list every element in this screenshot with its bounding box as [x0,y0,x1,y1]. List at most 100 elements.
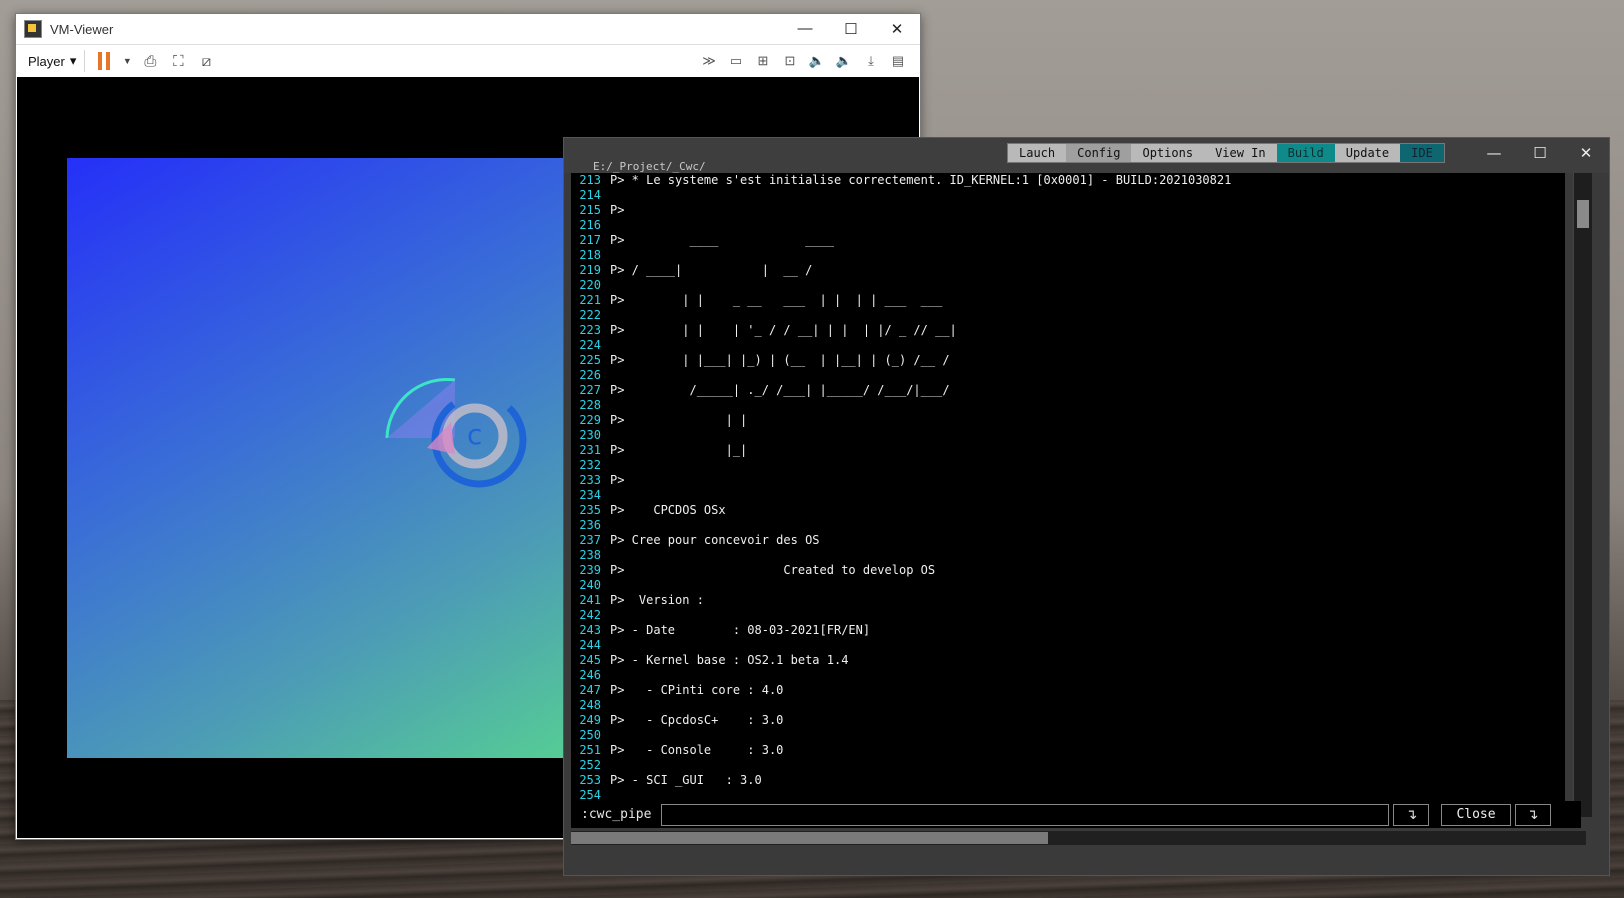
console-line: 219 P> / ____| | __ / [571,263,1565,278]
line-number: 242 [579,608,601,622]
console-line: 235 P> CPCDOS OSx [571,503,1565,518]
console-line: 217 P> ____ ____ [571,233,1565,248]
console-lines: 213 P> * Le systeme s'est initialise corr… [571,173,1565,817]
close-arrow-button[interactable]: ↴ [1514,803,1551,826]
line-number: 214 [579,188,601,202]
console-output[interactable]: 213 P> * Le systeme s'est initialise corr… [571,173,1565,817]
line-number: 241 [579,593,601,607]
svg-text:c: c [467,418,482,451]
line-text: P> [610,473,625,487]
line-number: 213 [579,173,601,187]
menu-update[interactable]: Update [1334,144,1401,162]
ide-title-bar[interactable]: Lauch Config Options View In Build Updat… [564,138,1609,173]
console-line: 216 [571,218,1565,233]
line-text: P> |_| [610,443,748,457]
line-text: P> - Kernel base : OS2.1 beta 1.4 [610,653,849,667]
line-text: P> /_____| ._/ /___| |_____/ /___/|___/ [610,383,950,397]
fullscreen-icon[interactable]: ⛶ [167,50,189,72]
menu-build[interactable]: Build [1276,144,1335,162]
line-number: 221 [579,293,601,307]
player-menu-button[interactable]: Player ▾ [28,53,76,69]
console-line: 228 [571,398,1565,413]
run-command-button[interactable]: ↴ [1393,803,1430,826]
line-text: P> ____ ____ [610,233,834,247]
horizontal-scrollbar[interactable] [571,831,1586,845]
line-text: P> Created to develop OS [610,563,936,577]
maximize-button[interactable]: ☐ [828,20,874,38]
line-number: 245 [579,653,601,667]
command-label: :cwc_pipe [581,807,652,822]
printer-icon[interactable]: ▤ [887,50,909,72]
line-number: 237 [579,533,601,547]
ide-close-button[interactable]: ✕ [1563,138,1609,168]
close-console-button[interactable]: Close [1441,803,1511,826]
line-text: P> | | | '_ / / __| | | | |/ _ // __| [610,323,957,337]
expand-toolbar-icon[interactable]: ≫ [698,50,720,72]
line-text: P> | |___| |_) | (__ | |__| | (_) /__ / [610,353,950,367]
line-text: P> * Le systeme s'est initialise correct… [610,173,1232,187]
line-number: 228 [579,398,601,412]
command-bar: :cwc_pipe ↴ Close ↴ [571,801,1581,828]
vertical-scroll-thumb[interactable] [1577,200,1589,228]
line-text: P> | | [610,413,748,427]
menu-ide[interactable]: IDE [1400,144,1444,162]
line-number: 238 [579,548,601,562]
horizontal-scroll-thumb[interactable] [571,832,1048,844]
menu-view-in[interactable]: View In [1204,144,1277,162]
download-icon[interactable]: ⤓ [860,50,882,72]
usb-controller-icon[interactable]: ⊡ [779,50,801,72]
guest-display: c [67,158,587,758]
line-number: 234 [579,488,601,502]
line-number: 251 [579,743,601,757]
command-input[interactable] [661,803,1390,826]
console-line: 251 P> - Console : 3.0 [571,743,1565,758]
line-number: 231 [579,443,601,457]
power-menu-dropdown[interactable]: ▼ [121,50,133,72]
chevron-down-icon: ▾ [69,53,77,68]
menu-lauch[interactable]: Lauch [1008,144,1067,162]
close-button[interactable]: ✕ [874,20,920,38]
vertical-scrollbar[interactable] [1573,173,1592,817]
console-line: 252 [571,758,1565,773]
line-number: 225 [579,353,601,367]
line-text: P> - CPinti core : 4.0 [610,683,784,697]
line-number: 243 [579,623,601,637]
ide-maximize-button[interactable]: ☐ [1517,138,1563,168]
console-line: 250 [571,728,1565,743]
console-line: 221 P> | | _ __ ___ | | | | ___ ___ [571,293,1565,308]
send-ctrl-alt-del-icon[interactable]: ⎙ [139,50,161,72]
vm-window-title: VM-Viewer [50,21,114,37]
sound-card-icon[interactable]: 🔈 [806,50,828,72]
unity-mode-icon[interactable]: ⧄ [195,50,217,72]
ide-minimize-button[interactable]: — [1471,138,1517,168]
network-adapter-icon[interactable]: ⊞ [752,50,774,72]
line-number: 223 [579,323,601,337]
toolbar-divider [84,50,86,72]
console-line: 230 [571,428,1565,443]
line-number: 227 [579,383,601,397]
line-number: 217 [579,233,601,247]
console-line: 214 [571,188,1565,203]
speaker-icon[interactable]: 🔈 [833,50,855,72]
menu-options[interactable]: Options [1131,144,1205,162]
console-line: 245 P> - Kernel base : OS2.1 beta 1.4 [571,653,1565,668]
line-number: 248 [579,698,601,712]
minimize-button[interactable]: — [782,20,828,38]
line-number: 246 [579,668,601,682]
vm-toolbar: Player ▾ ▼ ⎙ ⛶ ⧄ ≫ ▭ ⊞ ⊡ 🔈 🔈 ⤓ ▤ [16,44,920,77]
line-number: 215 [579,203,601,217]
line-number: 239 [579,563,601,577]
line-number: 252 [579,758,601,772]
line-number: 249 [579,713,601,727]
console-line: 233 P> [571,473,1565,488]
line-text: P> - Date : 08-03-2021[FR/EN] [610,623,871,637]
line-number: 222 [579,308,601,322]
hard-disk-icon[interactable]: ▭ [725,50,747,72]
console-line: 215 P> [571,203,1565,218]
line-number: 232 [579,458,601,472]
vm-title-bar[interactable]: VM-Viewer — ☐ ✕ [16,14,920,44]
pause-button[interactable] [93,50,115,72]
console-line: 232 [571,458,1565,473]
menu-config[interactable]: Config [1066,144,1132,162]
line-number: 240 [579,578,601,592]
